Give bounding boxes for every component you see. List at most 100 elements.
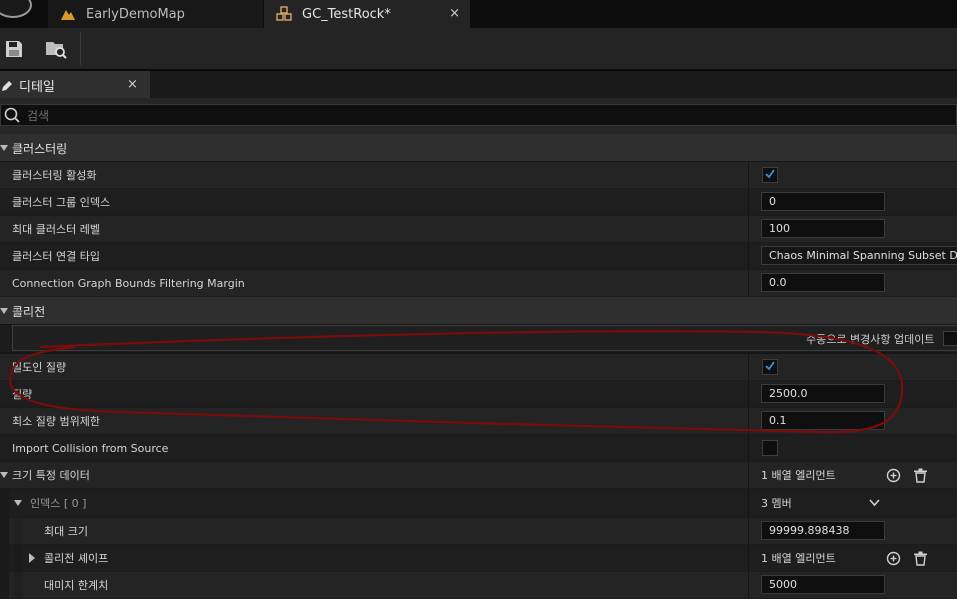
property-label: 인덱스 [ 0 ] — [30, 497, 87, 510]
category-title: 콜리전 — [12, 304, 46, 319]
category-collision[interactable]: 콜리전 — [0, 297, 957, 325]
property-row: 질량 2500.0 — [0, 381, 957, 408]
column-splitter[interactable] — [748, 189, 749, 215]
enable-clustering-checkbox[interactable] — [762, 167, 778, 183]
chevron-down-icon[interactable] — [869, 499, 880, 507]
category-clustering[interactable]: 클러스터링 — [0, 134, 957, 162]
max-size-field[interactable]: 99999.898438 — [761, 521, 885, 540]
property-label: Import Collision from Source — [12, 441, 169, 455]
trash-icon[interactable] — [913, 468, 928, 483]
property-row: 최대 크기 99999.898438 — [0, 518, 957, 545]
min-mass-clamp-field[interactable]: 0.1 — [761, 411, 885, 430]
property-label: 클러스터 연결 타입 — [12, 250, 100, 263]
indent-guide — [0, 545, 9, 571]
property-row: 최대 클러스터 레벨 100 — [0, 216, 957, 243]
property-label: 클러스터링 활성화 — [12, 169, 97, 182]
checkmark-icon — [765, 361, 775, 371]
expand-arrow-icon[interactable] — [0, 308, 8, 314]
tab-earlydemomap[interactable]: EarlyDemoMap — [48, 0, 263, 28]
tab-label: EarlyDemoMap — [86, 6, 185, 22]
array-element-count: 1 배열 엘리먼트 — [761, 552, 836, 565]
bounds-filtering-margin-field[interactable]: 0.0 — [761, 273, 885, 292]
property-row: 클러스터 연결 타입 Chaos Minimal Spanning Subset… — [0, 243, 957, 270]
search-placeholder: 검색 — [27, 108, 50, 123]
expand-arrow-icon[interactable] — [14, 500, 22, 506]
column-splitter[interactable] — [748, 354, 749, 380]
property-label: 대미지 한계치 — [44, 579, 109, 592]
import-collision-checkbox[interactable] — [762, 440, 778, 456]
column-splitter[interactable] — [748, 243, 749, 269]
column-splitter[interactable] — [748, 408, 749, 434]
damage-threshold-field[interactable]: 5000 — [761, 575, 885, 594]
update-changes-row: 수동으로 변경사항 업데이트 — [0, 325, 957, 353]
column-splitter[interactable] — [748, 381, 749, 407]
details-property-list: 클러스터링 클러스터링 활성화 클러스터 그룹 인덱스 0 최대 클러스터 레벨… — [0, 134, 957, 599]
expand-arrow-icon[interactable] — [0, 145, 8, 151]
search-area: 검색 — [0, 98, 957, 134]
mass-field[interactable]: 2500.0 — [761, 384, 885, 403]
panel-tab-row: 디테일 × — [0, 71, 957, 98]
property-label: 밀도인 질량 — [12, 361, 67, 374]
indent-guide — [0, 518, 9, 544]
column-splitter[interactable] — [748, 270, 749, 296]
geometry-collection-icon — [276, 6, 292, 22]
column-splitter[interactable] — [748, 435, 749, 461]
column-splitter[interactable] — [748, 216, 749, 242]
property-row: 밀도인 질량 — [0, 354, 957, 381]
property-row: 크기 특정 데이터 1 배열 엘리먼트 — [0, 462, 957, 489]
column-splitter[interactable] — [748, 162, 749, 188]
expand-arrow-icon[interactable] — [0, 472, 8, 478]
column-splitter[interactable] — [748, 462, 749, 488]
category-title: 클러스터링 — [12, 141, 68, 156]
member-count: 3 멤버 — [761, 497, 792, 510]
pencil-icon — [1, 80, 13, 92]
indent-guide — [14, 518, 23, 544]
property-row: Connection Graph Bounds Filtering Margin… — [0, 270, 957, 297]
close-icon[interactable]: × — [449, 6, 460, 21]
property-row: Import Collision from Source — [0, 435, 957, 462]
property-row: 최소 질량 범위제한 0.1 — [0, 408, 957, 435]
property-row: 클러스터 그룹 인덱스 0 — [0, 189, 957, 216]
indent-guide — [0, 572, 9, 598]
property-label: Connection Graph Bounds Filtering Margin — [12, 276, 245, 290]
property-row: 인덱스 [ 0 ] 3 멤버 — [0, 489, 957, 518]
mass-as-density-checkbox[interactable] — [762, 359, 778, 375]
property-row: 콜리전 셰이프 1 배열 엘리먼트 — [0, 545, 957, 572]
toolbar-separator — [80, 32, 81, 65]
tab-gc-testrock[interactable]: GC_TestRock* × — [264, 0, 470, 28]
property-row: 대미지 한계치 5000 — [0, 572, 957, 599]
column-splitter[interactable] — [748, 545, 749, 571]
property-label: 질량 — [12, 388, 33, 401]
column-splitter[interactable] — [748, 489, 749, 517]
level-icon — [60, 6, 76, 22]
close-icon[interactable]: × — [127, 77, 138, 92]
property-label: 최대 크기 — [44, 525, 88, 538]
add-element-icon[interactable] — [886, 551, 901, 566]
property-label: 최대 클러스터 레벨 — [12, 223, 100, 236]
max-cluster-level-field[interactable]: 100 — [761, 219, 885, 238]
browse-asset-icon — [46, 42, 67, 59]
editor-tab-bar: EarlyDemoMap GC_TestRock* × — [0, 0, 957, 28]
expand-arrow-icon[interactable] — [29, 553, 35, 563]
browse-asset-button[interactable] — [42, 35, 70, 63]
cluster-connection-type-dropdown[interactable]: Chaos Minimal Spanning Subset Dela — [761, 246, 957, 265]
manual-update-checkbox[interactable] — [943, 331, 957, 346]
manual-update-button[interactable]: 수동으로 변경사항 업데이트 — [806, 326, 934, 352]
add-element-icon[interactable] — [886, 468, 901, 483]
tab-details[interactable]: 디테일 × — [0, 71, 150, 98]
search-icon — [4, 107, 20, 123]
asset-toolbar — [0, 28, 957, 69]
cluster-group-index-field[interactable]: 0 — [761, 192, 885, 211]
unreal-logo-icon[interactable] — [0, 0, 32, 18]
property-label: 최소 질량 범위제한 — [12, 415, 100, 428]
property-label: 콜리전 셰이프 — [44, 552, 109, 565]
indent-guide — [14, 545, 23, 571]
trash-icon[interactable] — [913, 551, 928, 566]
column-splitter[interactable] — [748, 572, 749, 598]
save-button[interactable] — [0, 35, 28, 63]
indent-guide — [14, 572, 23, 598]
property-label: 크기 특정 데이터 — [12, 469, 90, 482]
array-element-count: 1 배열 엘리먼트 — [761, 469, 836, 482]
column-splitter[interactable] — [748, 518, 749, 544]
search-input[interactable]: 검색 — [0, 104, 957, 126]
